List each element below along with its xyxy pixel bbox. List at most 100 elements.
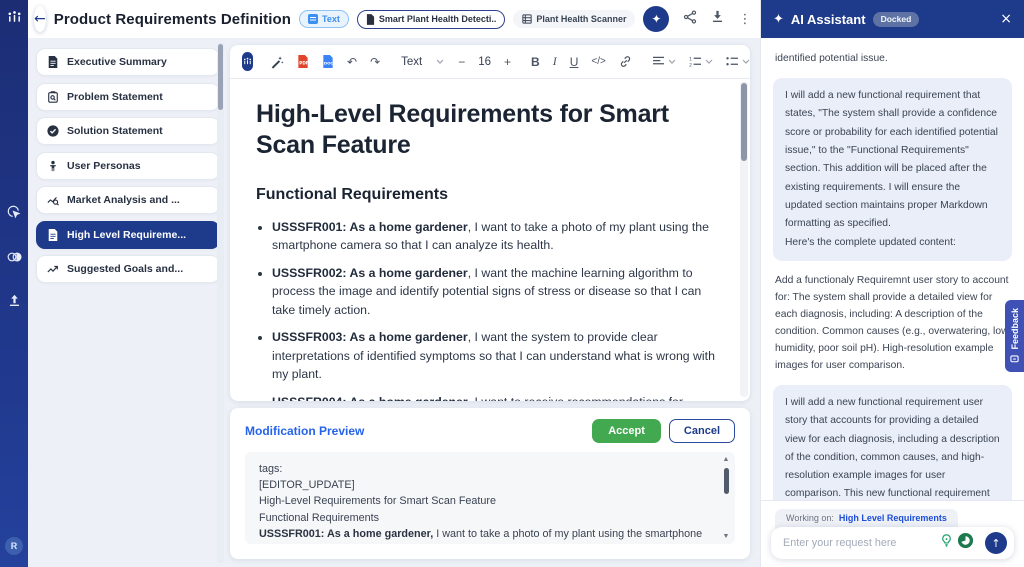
modification-preview-title: Modification Preview <box>245 424 364 438</box>
modification-preview-panel: Modification Preview Accept Cancel tags:… <box>230 408 750 559</box>
requirement-item: USSSFR004: As a home gardener, I want to… <box>272 393 724 402</box>
font-size-increase-button[interactable]: + <box>501 53 514 71</box>
redo-icon[interactable]: ↷ <box>367 54 383 70</box>
ai-sparkle-button[interactable]: ✦ <box>643 6 669 32</box>
sparkle-icon: ✦ <box>773 13 784 26</box>
sidebar-scrollbar[interactable] <box>217 42 224 563</box>
export-doc-icon[interactable]: DOC <box>319 53 337 70</box>
sidebar-item-executive-summary[interactable]: Executive Summary <box>36 48 220 76</box>
request-input[interactable] <box>783 537 933 549</box>
ordered-list-icon: 12 <box>689 56 702 67</box>
code-button[interactable]: </> <box>588 54 608 69</box>
svg-text:DOC: DOC <box>324 60 334 65</box>
magic-wand-icon[interactable] <box>267 53 287 71</box>
numbered-list-select[interactable]: 12 <box>686 54 716 69</box>
requirement-item: USSSFR003: As a home gardener, I want th… <box>272 328 724 383</box>
project-badge[interactable]: Plant Health Scanner <box>513 10 635 28</box>
preview-line: tags: <box>259 461 711 477</box>
preview-line: [EDITOR_UPDATE] <box>259 477 711 493</box>
ai-assistant-panel: ✦ AI Assistant Docked × identified poten… <box>760 0 1024 567</box>
undo-icon[interactable]: ↶ <box>344 54 360 70</box>
sidebar-item-user-personas[interactable]: User Personas <box>36 152 220 180</box>
bullet-list-icon <box>726 56 739 67</box>
content-type-badge[interactable]: Text <box>299 10 349 28</box>
chevron-down-icon <box>668 59 676 64</box>
document-icon <box>47 56 59 68</box>
chevron-down-icon <box>436 59 444 64</box>
preview-content-box[interactable]: tags: [EDITOR_UPDATE] High-Level Require… <box>245 452 735 544</box>
person-icon <box>47 160 59 172</box>
bullet-list-select[interactable] <box>723 54 750 69</box>
feedback-icon <box>1010 355 1019 364</box>
align-select[interactable] <box>649 54 679 69</box>
document-body[interactable]: High-Level Requirements for Smart Scan F… <box>230 79 750 401</box>
section-sidebar: Executive Summary Problem Statement Solu… <box>28 38 224 567</box>
sidebar-item-solution-statement[interactable]: Solution Statement <box>36 117 220 145</box>
sidebar-item-market-analysis[interactable]: Market Analysis and ... <box>36 186 220 214</box>
docked-badge[interactable]: Docked <box>873 12 920 27</box>
sidebar-item-high-level-requirements[interactable]: High Level Requireme... <box>36 221 220 249</box>
request-input-container: ↑ <box>771 527 1014 559</box>
preview-scrollbar[interactable]: ▲▼ <box>721 456 731 540</box>
download-icon[interactable] <box>711 10 724 28</box>
doc-section-heading: Functional Requirements <box>256 186 724 204</box>
bold-button[interactable]: B <box>528 53 543 71</box>
requirement-item: USSSFR002: As a home gardener, I want th… <box>272 264 724 319</box>
send-button[interactable]: ↑ <box>985 532 1007 554</box>
svg-text:2: 2 <box>689 63 692 67</box>
export-pdf-icon[interactable]: PDF <box>294 53 312 70</box>
working-on-section[interactable]: High Level Requirements <box>839 513 947 523</box>
main-column: ← Product Requirements Definition Text S… <box>28 0 760 567</box>
document-icon <box>47 229 59 241</box>
accept-button[interactable]: Accept <box>592 419 661 443</box>
document-scrollbar[interactable] <box>740 81 748 397</box>
doc-title: High-Level Requirements for Smart Scan F… <box>256 99 724 160</box>
brand-ai-button[interactable] <box>242 52 253 71</box>
select-tool-icon[interactable] <box>7 205 21 224</box>
editor-column: PDF DOC ↶ ↷ Text − <box>224 38 760 567</box>
idea-lightbulb-icon[interactable] <box>939 533 954 553</box>
italic-button[interactable]: I <box>550 52 560 71</box>
cancel-button[interactable]: Cancel <box>669 419 735 443</box>
font-size-decrease-button[interactable]: − <box>455 53 468 71</box>
contrast-toggle-icon[interactable] <box>7 250 22 268</box>
underline-button[interactable]: U <box>567 53 582 71</box>
page-title: Product Requirements Definition <box>54 11 291 28</box>
chat-history[interactable]: identified potential issue. I will add a… <box>761 38 1024 500</box>
document-card: PDF DOC ↶ ↷ Text − <box>230 45 750 401</box>
feedback-tab[interactable]: Feedback <box>1005 300 1024 372</box>
font-size-value: 16 <box>478 56 491 68</box>
left-rail: R <box>0 0 28 567</box>
preview-line: High-Level Requirements for Smart Scan F… <box>259 493 711 509</box>
link-button[interactable] <box>616 53 635 70</box>
paragraph-style-select[interactable]: Text <box>397 54 448 70</box>
chat-footer: Working on: High Level Requirements ↑ <box>761 500 1024 567</box>
sidebar-item-suggested-goals[interactable]: Suggested Goals and... <box>36 255 220 283</box>
assistant-message: I will add a new functional requirement … <box>773 385 1012 500</box>
share-icon[interactable] <box>683 10 697 29</box>
user-message: identified potential issue. <box>775 51 1010 68</box>
sidebar-item-problem-statement[interactable]: Problem Statement <box>36 83 220 111</box>
kebab-menu-icon[interactable]: ⋮ <box>738 13 751 26</box>
preview-line: Functional Requirements <box>259 510 711 526</box>
ai-assistant-title: AI Assistant <box>791 12 866 27</box>
trend-up-icon <box>47 263 59 275</box>
chat-assist-icon[interactable] <box>957 532 974 554</box>
editor-toolbar: PDF DOC ↶ ↷ Text − <box>230 45 750 79</box>
text-type-icon <box>308 14 318 24</box>
chevron-down-icon <box>705 59 713 64</box>
app-logo-icon <box>7 10 22 30</box>
document-badge[interactable]: Smart Plant Health Detecti.. <box>357 10 506 29</box>
user-avatar[interactable]: R <box>5 537 23 555</box>
app-root: R ← Product Requirements Definition Text… <box>0 0 1024 567</box>
back-button[interactable]: ← <box>34 6 46 32</box>
ai-assistant-header: ✦ AI Assistant Docked × <box>761 0 1024 38</box>
clipboard-search-icon <box>47 91 59 103</box>
page-header: ← Product Requirements Definition Text S… <box>28 0 760 38</box>
svg-text:PDF: PDF <box>299 60 308 65</box>
assistant-message: I will add a new functional requirement … <box>773 78 1012 261</box>
close-icon[interactable]: × <box>1000 12 1012 26</box>
upload-icon[interactable] <box>8 294 21 312</box>
chart-search-icon <box>47 194 59 206</box>
check-circle-icon <box>47 125 59 137</box>
